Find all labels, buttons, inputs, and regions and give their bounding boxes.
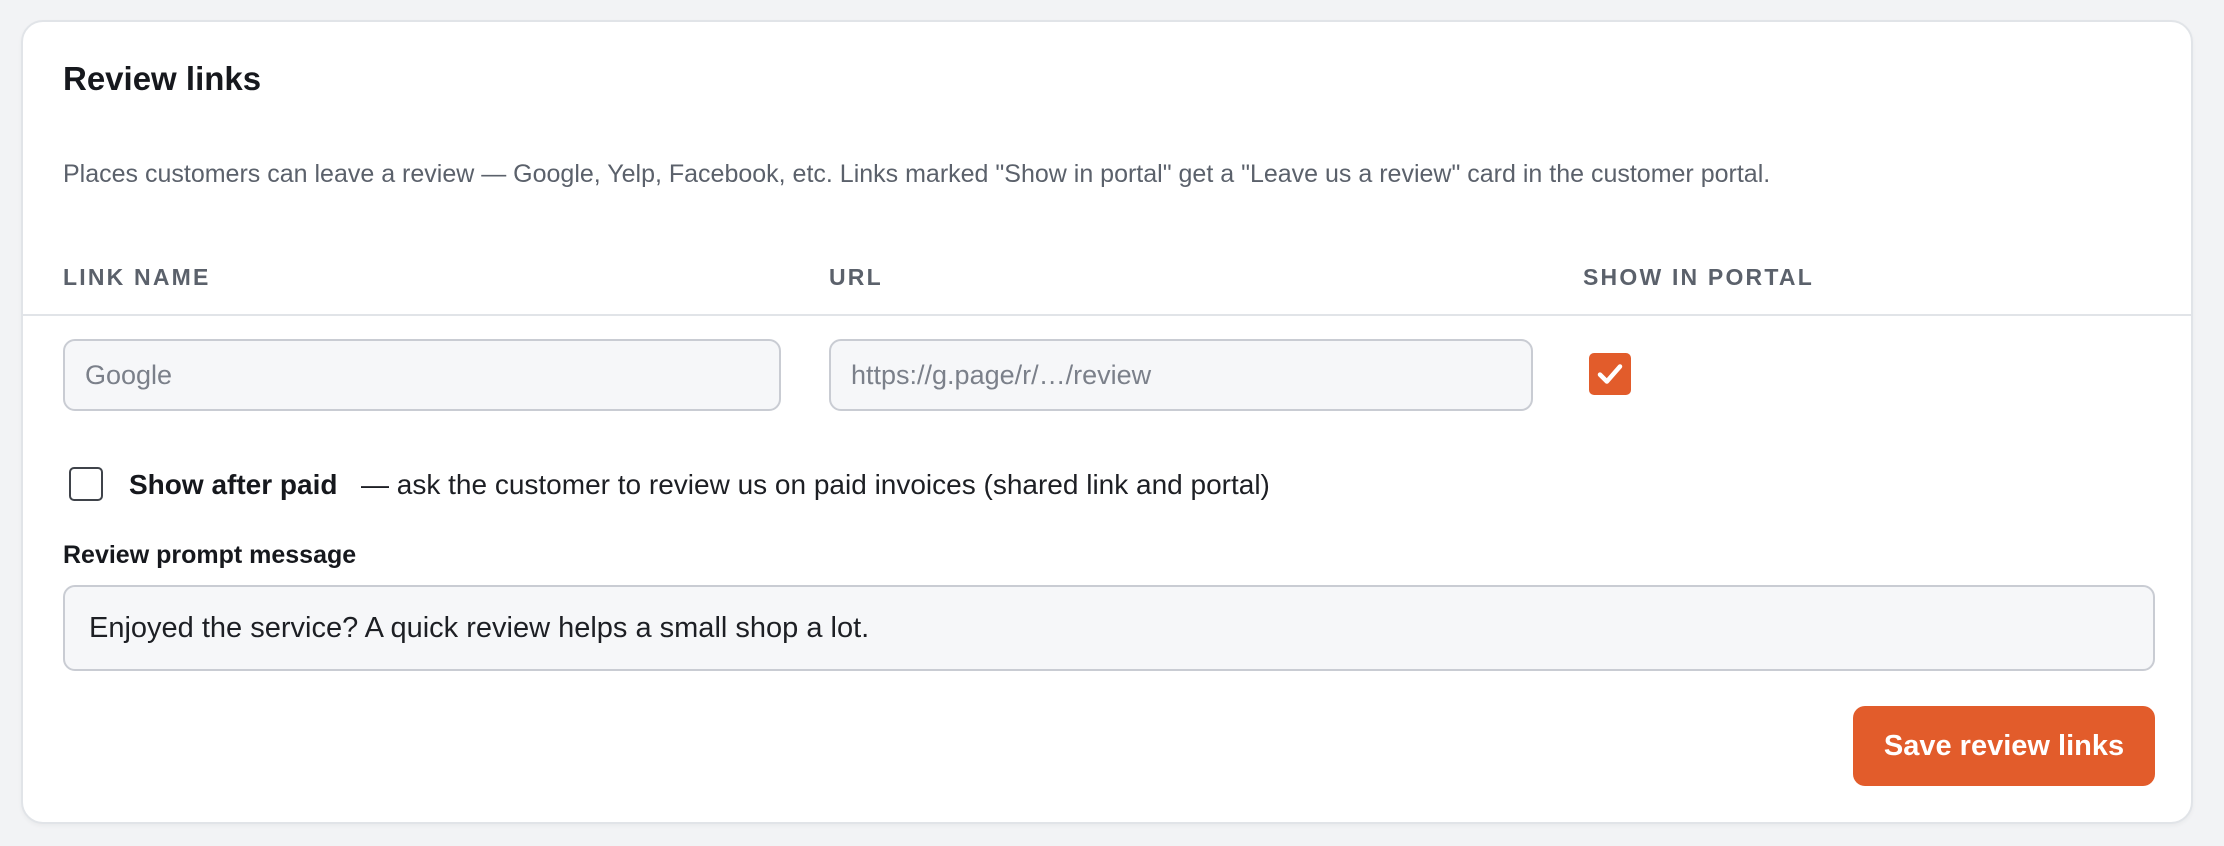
table-header-divider xyxy=(23,314,2191,316)
column-header-link-name: LINK NAME xyxy=(63,264,211,290)
section-description: Places customers can leave a review — Go… xyxy=(63,160,1771,188)
check-icon xyxy=(1595,359,1625,389)
review-prompt-input[interactable] xyxy=(63,585,2155,671)
link-url-input[interactable] xyxy=(829,339,1533,411)
section-title: Review links xyxy=(63,60,262,97)
review-links-card: Review links Places customers can leave … xyxy=(21,20,2193,824)
show-in-portal-checkbox[interactable] xyxy=(1589,353,1631,395)
show-after-paid-checkbox[interactable] xyxy=(69,467,103,501)
link-name-input[interactable] xyxy=(63,339,781,411)
save-review-links-button[interactable]: Save review links xyxy=(1853,706,2155,786)
show-after-paid-label: Show after paid xyxy=(129,469,338,500)
review-prompt-label: Review prompt message xyxy=(63,541,357,569)
show-after-paid-description: — ask the customer to review us on paid … xyxy=(361,469,1270,500)
column-header-url: URL xyxy=(829,264,883,290)
column-header-show-in-portal: SHOW IN PORTAL xyxy=(1583,264,1814,290)
